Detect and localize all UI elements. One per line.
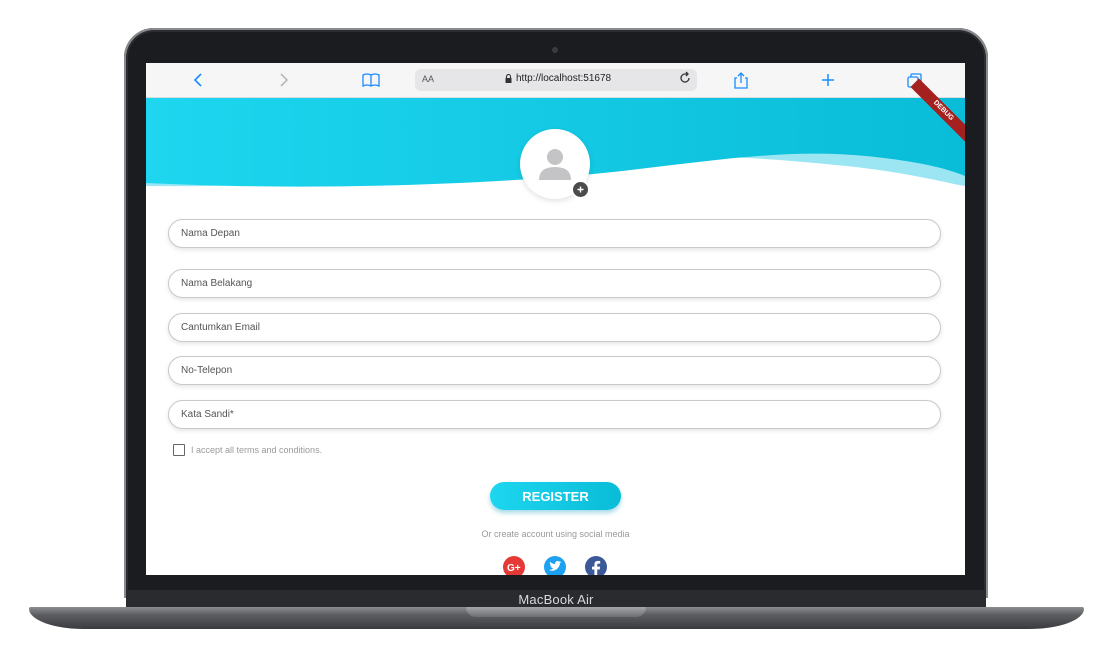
twitter-icon — [544, 556, 566, 575]
terms-label: I accept all terms and conditions. — [191, 445, 323, 455]
first-name-field[interactable]: Nama Depan — [168, 219, 941, 248]
google-plus-button[interactable]: G+ — [503, 556, 525, 575]
plus-icon — [822, 74, 834, 86]
register-button[interactable]: REGISTER — [490, 482, 621, 510]
facebook-icon — [585, 556, 607, 575]
lock-icon — [505, 74, 512, 83]
phone-placeholder: No-Telepon — [181, 365, 233, 376]
social-caption: Or create account using social media — [481, 529, 630, 539]
screen: AA http://localhost:51678 DEBUG Nama Dep… — [146, 63, 965, 575]
twitter-button[interactable] — [544, 556, 566, 575]
url-container: http://localhost:51678 — [505, 73, 611, 84]
google-plus-icon: G+ — [503, 556, 525, 575]
url-text: http://localhost:51678 — [516, 73, 612, 84]
laptop-notch — [466, 607, 646, 617]
device-model-label: MacBook Air — [518, 592, 594, 607]
password-placeholder: Kata Sandi* — [181, 409, 234, 420]
share-icon — [734, 71, 748, 89]
new-tab-button[interactable] — [818, 69, 838, 91]
terms-row: I accept all terms and conditions. — [173, 444, 322, 456]
book-icon — [362, 73, 380, 87]
bookmarks-button[interactable] — [360, 69, 382, 91]
forward-button[interactable] — [274, 69, 294, 91]
email-field[interactable]: Cantumkan Email — [168, 313, 941, 342]
address-bar[interactable]: AA http://localhost:51678 — [415, 69, 697, 91]
camera-dot — [552, 47, 558, 53]
add-photo-button[interactable] — [571, 180, 590, 199]
person-icon — [539, 149, 571, 180]
back-button[interactable] — [188, 69, 208, 91]
share-button[interactable] — [731, 69, 751, 91]
last-name-field[interactable]: Nama Belakang — [168, 269, 941, 298]
plus-icon — [577, 186, 584, 193]
terms-checkbox[interactable] — [173, 444, 185, 456]
facebook-button[interactable] — [585, 556, 607, 575]
last-name-placeholder: Nama Belakang — [181, 278, 253, 289]
phone-field[interactable]: No-Telepon — [168, 356, 941, 385]
first-name-placeholder: Nama Depan — [181, 228, 240, 239]
chevron-right-icon — [280, 73, 289, 87]
email-placeholder: Cantumkan Email — [181, 322, 260, 333]
browser-toolbar: AA http://localhost:51678 — [146, 63, 965, 98]
svg-text:G+: G+ — [507, 563, 521, 574]
reload-button[interactable] — [678, 71, 692, 90]
password-field[interactable]: Kata Sandi* — [168, 400, 941, 429]
chevron-left-icon — [193, 73, 202, 87]
reload-icon — [680, 71, 690, 83]
text-size-button[interactable]: AA — [422, 74, 434, 84]
